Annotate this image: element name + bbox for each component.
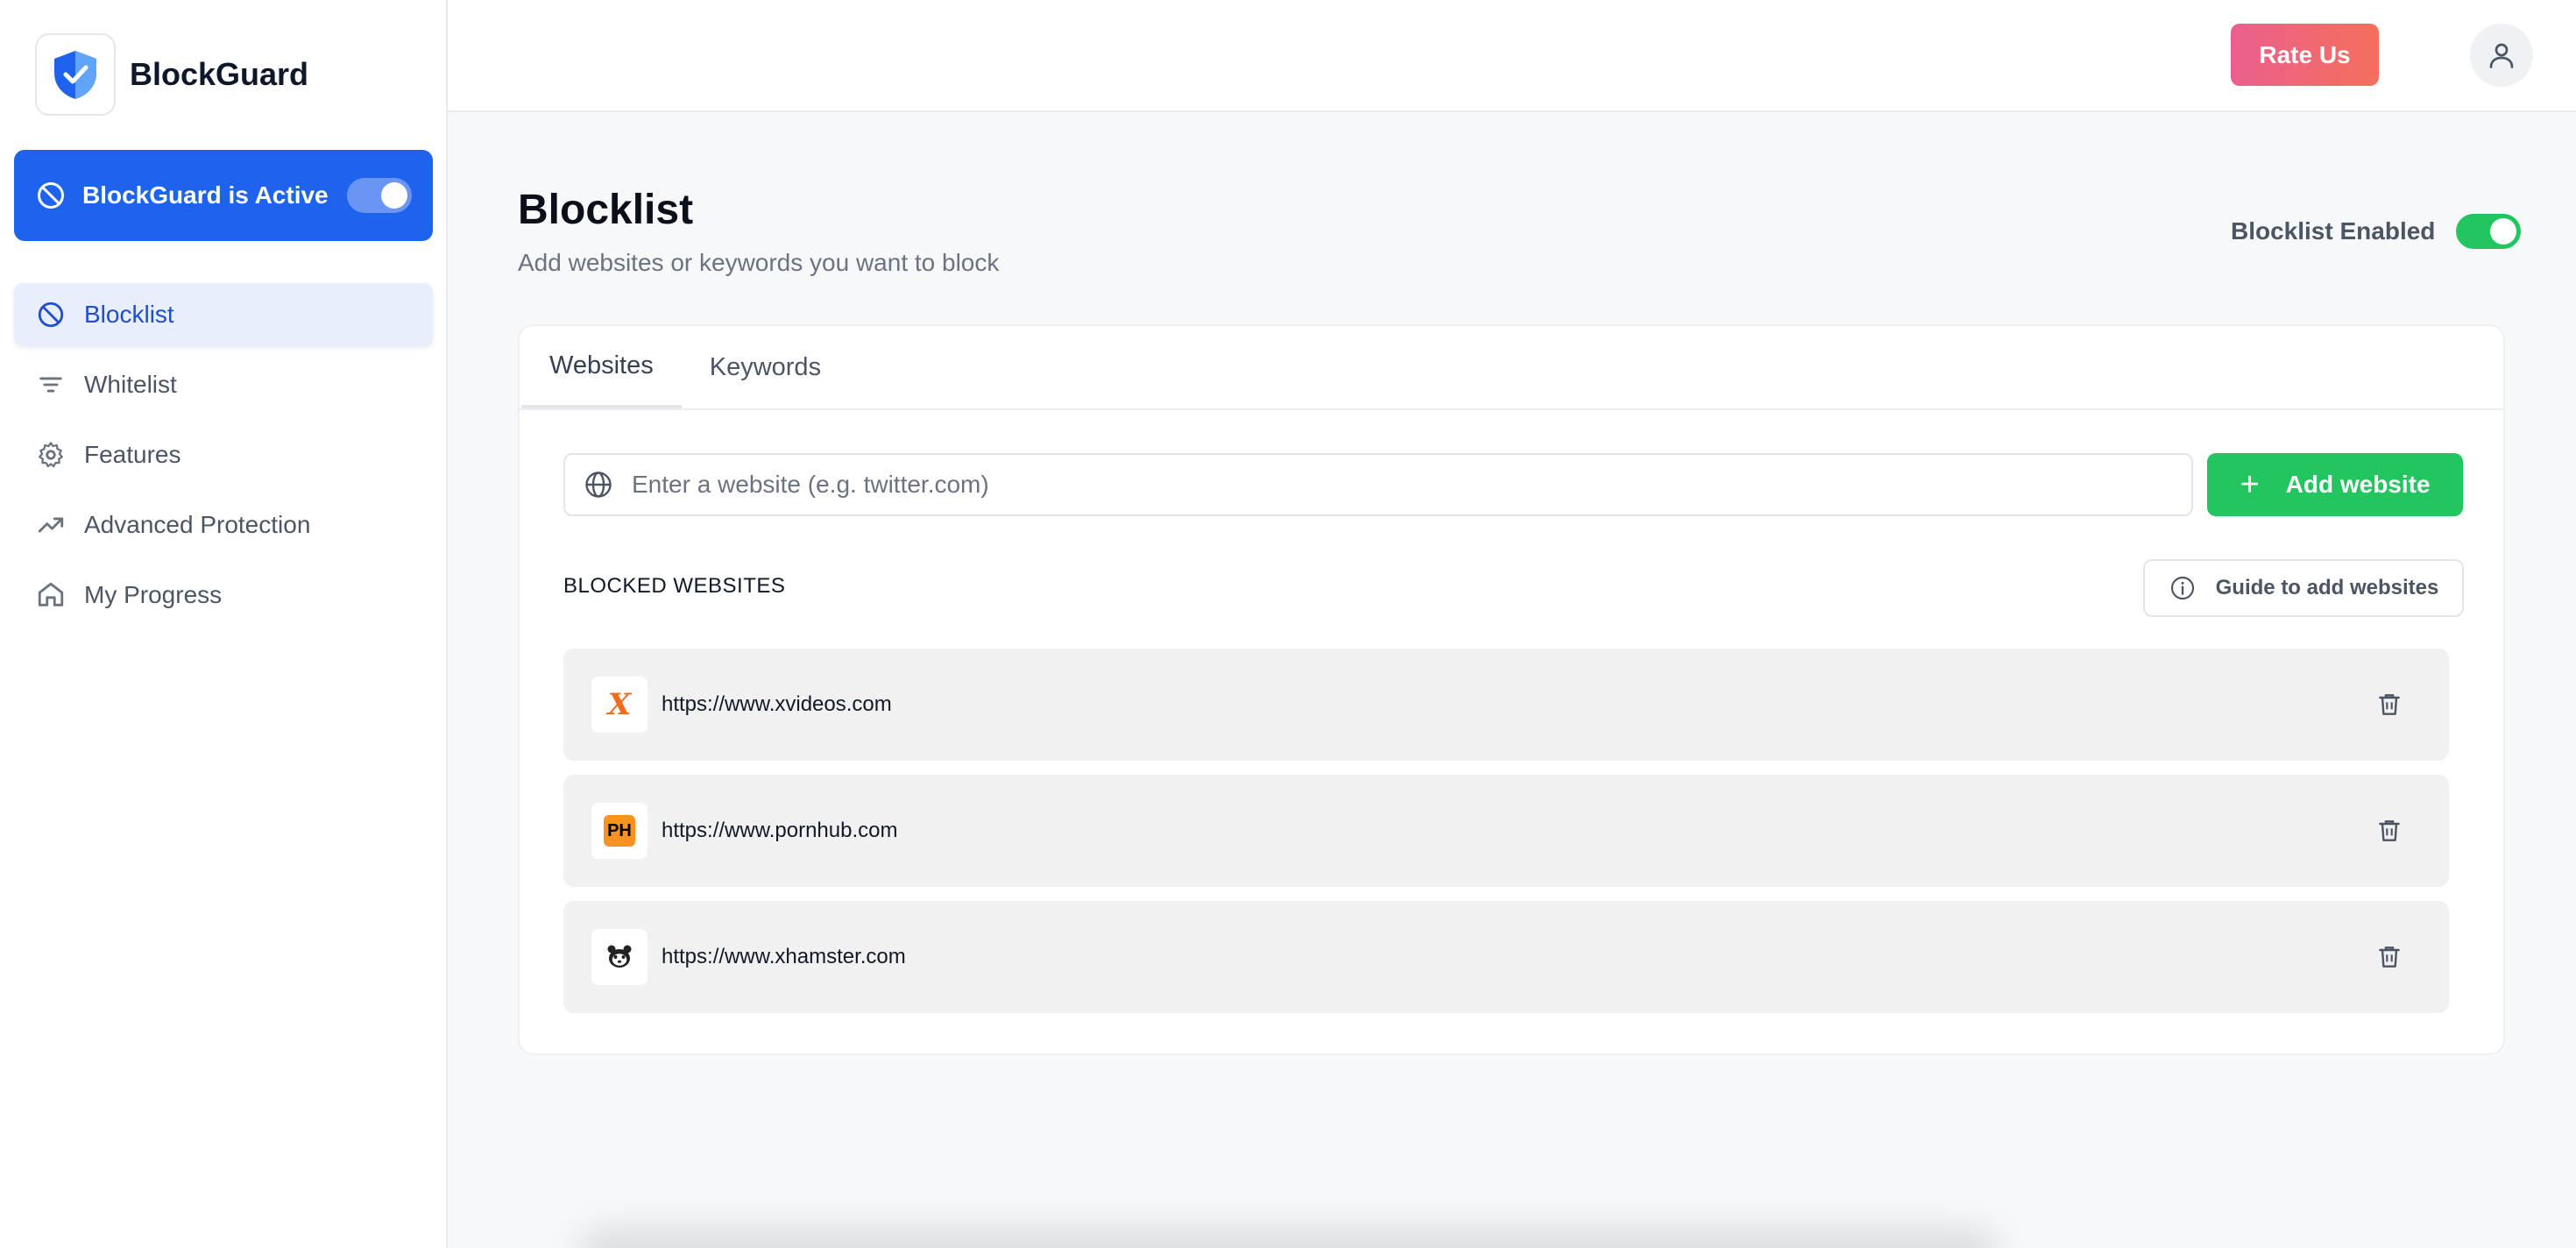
gear-icon <box>35 439 67 471</box>
sidebar-item-features[interactable]: Features <box>14 423 433 486</box>
plus-icon: + <box>2240 466 2260 503</box>
tab-websites[interactable]: Websites <box>521 326 682 408</box>
list-item: X https://www.xvideos.com <box>563 649 2449 761</box>
blocklist-enabled-toggle[interactable] <box>2456 214 2522 249</box>
site-url: https://www.xhamster.com <box>662 945 906 968</box>
brand-name: BlockGuard <box>130 56 309 92</box>
brand[interactable]: BlockGuard <box>35 33 308 116</box>
page-subtitle: Add websites or keywords you want to blo… <box>518 249 1000 276</box>
trash-icon[interactable] <box>2374 815 2405 847</box>
site-favicon <box>591 929 648 985</box>
info-icon <box>2169 574 2197 602</box>
page-title: Blocklist <box>518 187 694 233</box>
add-website-button[interactable]: + Add website <box>2207 453 2463 516</box>
sidebar-item-label: Advanced Protection <box>84 511 311 538</box>
filter-icon <box>35 369 67 401</box>
add-website-label: Add website <box>2285 471 2431 498</box>
globe-icon <box>583 469 614 500</box>
sidebar-item-label: My Progress <box>84 581 223 608</box>
guide-label: Guide to add websites <box>2215 576 2439 599</box>
website-input[interactable] <box>632 471 2174 499</box>
blocklist-card: Websites Keywords + Add website BLOCKED … <box>518 324 2505 1055</box>
shield-icon <box>35 33 116 116</box>
user-icon[interactable] <box>2470 24 2533 87</box>
tab-keywords[interactable]: Keywords <box>682 326 849 408</box>
protection-toggle[interactable] <box>347 178 412 213</box>
blocked-site-list: X https://www.xvideos.com PH https://www… <box>563 649 2449 1027</box>
list-item: https://www.xhamster.com <box>563 901 2449 1013</box>
protection-status-label: BlockGuard is Active <box>82 181 329 209</box>
blocklist-enabled-control: Blocklist Enabled <box>2231 214 2522 249</box>
ban-icon <box>35 299 67 330</box>
trash-icon[interactable] <box>2374 941 2405 973</box>
sidebar-item-label: Blocklist <box>84 301 174 328</box>
guide-button[interactable]: Guide to add websites <box>2143 559 2464 617</box>
bottom-shadow <box>578 1227 1998 1248</box>
sidebar-item-label: Whitelist <box>84 371 177 398</box>
trending-up-icon <box>35 509 67 541</box>
site-favicon: X <box>591 677 648 733</box>
sidebar-item-my-progress[interactable]: My Progress <box>14 564 433 627</box>
blocked-websites-heading: BLOCKED WEBSITES <box>563 574 786 598</box>
toggle-knob <box>2490 218 2517 245</box>
toggle-knob <box>381 182 407 209</box>
list-item: PH https://www.pornhub.com <box>563 775 2449 887</box>
sidebar-item-blocklist[interactable]: Blocklist <box>14 283 433 346</box>
sidebar-nav: Blocklist Whitelist Features Advanced Pr… <box>14 283 433 634</box>
site-url: https://www.xvideos.com <box>662 692 892 716</box>
add-website-row: + Add website <box>563 453 2463 516</box>
ban-icon <box>38 182 64 209</box>
tab-bar: Websites Keywords <box>520 326 2503 410</box>
site-favicon: PH <box>591 803 648 859</box>
hamster-icon <box>607 945 632 968</box>
blocklist-enabled-label: Blocklist Enabled <box>2231 217 2436 245</box>
sidebar-item-advanced-protection[interactable]: Advanced Protection <box>14 493 433 557</box>
favicon-letter: X <box>607 687 632 722</box>
sidebar-item-label: Features <box>84 441 181 468</box>
site-url: https://www.pornhub.com <box>662 819 898 842</box>
website-input-wrapper[interactable] <box>563 453 2193 516</box>
favicon-letter: PH <box>604 815 635 847</box>
sidebar: BlockGuard BlockGuard is Active Blocklis… <box>0 0 448 1248</box>
rate-us-button[interactable]: Rate Us <box>2231 24 2379 86</box>
trash-icon[interactable] <box>2374 689 2405 720</box>
home-icon <box>35 579 67 611</box>
top-bar: Rate Us <box>448 0 2576 112</box>
sidebar-item-whitelist[interactable]: Whitelist <box>14 353 433 416</box>
protection-status-card: BlockGuard is Active <box>14 150 433 241</box>
